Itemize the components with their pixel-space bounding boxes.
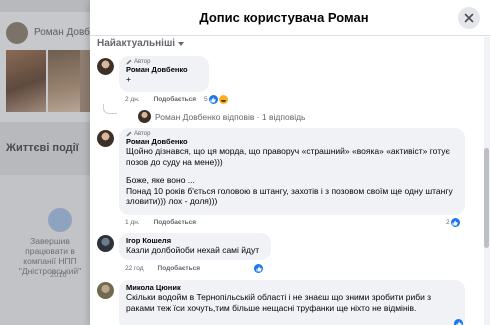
reaction-number: 2 <box>446 219 450 226</box>
avatar <box>138 110 151 123</box>
comment-meta: 22 год Подобається <box>125 265 200 272</box>
comment-author[interactable]: Роман Довбенко <box>126 65 202 74</box>
view-replies-link[interactable]: Роман Довбенко відповів · 1 відповідь <box>138 110 306 123</box>
like-button[interactable]: Подобається <box>154 219 196 226</box>
avatar-image <box>97 58 114 75</box>
like-reaction-icon <box>450 218 460 227</box>
reply-thread-line <box>103 104 117 114</box>
dialog-header: Допис користувача Роман <box>90 0 490 36</box>
avatar[interactable] <box>97 282 114 299</box>
comment-author[interactable]: Микола Цюник <box>126 283 458 292</box>
like-button[interactable]: Подобається <box>158 265 200 272</box>
life-events-title: Життєві події <box>6 142 79 154</box>
comment-text: Щойно дізнався, що ця морда, що праворуч… <box>126 146 450 167</box>
comment-text: Боже, яке воно ... <box>126 175 195 185</box>
avatar[interactable] <box>97 235 114 252</box>
reaction-number: 5 <box>204 96 208 103</box>
comment-time[interactable]: 1 дн. <box>125 219 140 226</box>
comment-meta: 1 дн. Подобається <box>125 219 196 226</box>
close-icon <box>464 13 474 23</box>
comment-text: Казли долбойоби нехай самі йдут <box>126 245 260 255</box>
comment-bubble: Автор Роман Довбенко + <box>119 56 209 92</box>
reaction-count[interactable]: 2 <box>446 218 460 227</box>
reaction-count[interactable] <box>254 264 263 273</box>
profile-photo <box>6 50 46 112</box>
avatar[interactable] <box>97 58 114 75</box>
like-reaction-icon <box>454 319 463 325</box>
comment-text: + <box>126 74 131 84</box>
sort-label: Найактуальніші <box>97 38 176 49</box>
profile-avatar <box>6 22 28 44</box>
comment-time[interactable]: 22 год <box>125 265 144 272</box>
close-button[interactable] <box>458 7 480 29</box>
dialog-title: Допис користувача Роман <box>199 10 369 25</box>
avatar[interactable] <box>97 130 114 147</box>
like-button[interactable]: Подобається <box>154 96 196 103</box>
comment-text: Понад 10 років б'ється головою в штангу,… <box>126 185 453 207</box>
life-event-year: 2016 <box>50 270 67 279</box>
briefcase-icon <box>48 208 72 232</box>
comment-meta: 2 дн. Подобається <box>125 96 196 103</box>
like-reaction-icon <box>208 95 218 104</box>
replies-summary: Роман Довбенко відповів · 1 відповідь <box>155 111 306 122</box>
comment-author[interactable]: Ігор Кошеля <box>126 236 264 245</box>
comment-sort-dropdown[interactable]: Найактуальніші <box>97 38 185 49</box>
post-dialog: Допис користувача Роман Найактуальніші А… <box>90 0 490 325</box>
comment-author[interactable]: Роман Довбенко <box>126 137 458 146</box>
comment-bubble: Ігор Кошеля Казли долбойоби нехай самі й… <box>119 233 271 260</box>
scrollbar-thumb[interactable] <box>484 148 489 248</box>
reaction-count[interactable] <box>454 319 463 325</box>
comment-bubble: Автор Роман Довбенко Щойно дізнався, що … <box>119 128 465 215</box>
comment-time[interactable]: 2 дн. <box>125 96 140 103</box>
profile-name: Роман Довбе <box>34 27 96 38</box>
reaction-count[interactable]: 5 <box>204 95 228 104</box>
comment-text: Скільки водойм в Тернопільській області … <box>126 292 432 313</box>
comment-bubble: Микола Цюник Скільки водойм в Тернопільс… <box>119 280 465 325</box>
chevron-down-icon <box>178 42 185 46</box>
like-reaction-icon <box>254 264 263 273</box>
haha-reaction-icon <box>218 95 228 104</box>
